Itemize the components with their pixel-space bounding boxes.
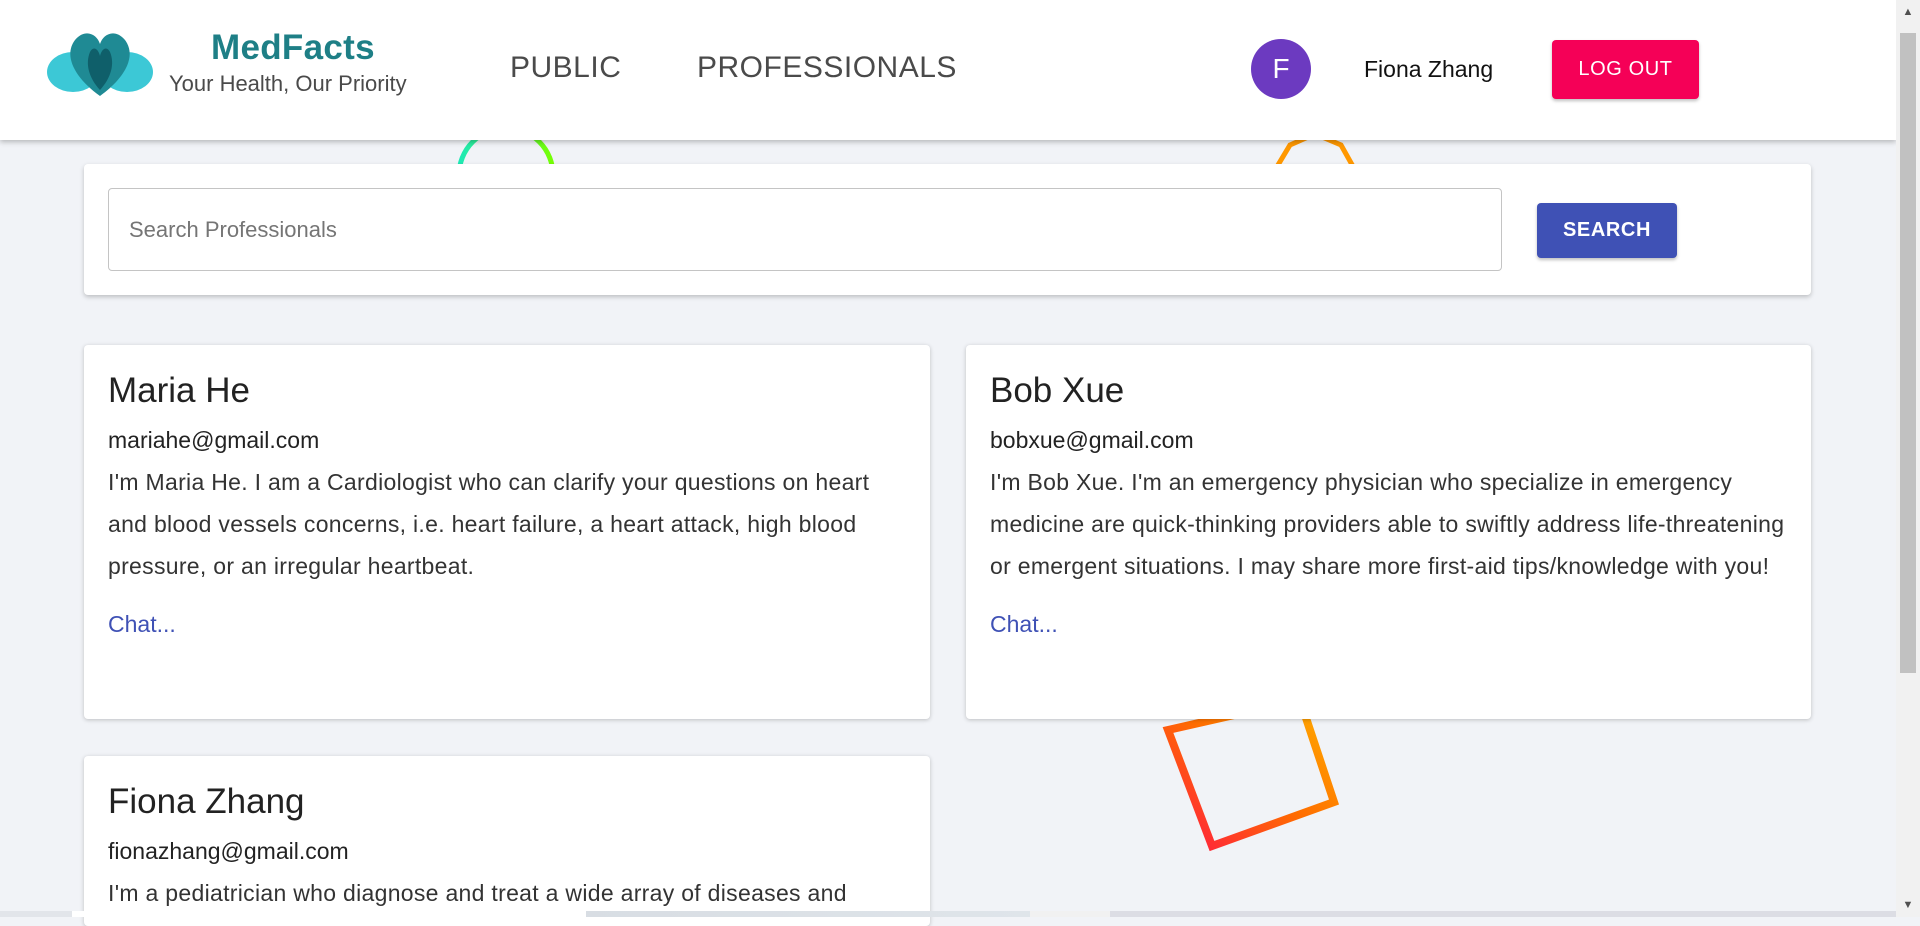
brand-tagline: Your Health, Our Priority xyxy=(169,71,407,96)
nav-link-public[interactable]: PUBLIC xyxy=(510,51,621,85)
scrollbar-thumb[interactable] xyxy=(1900,33,1916,673)
search-professionals-input[interactable] xyxy=(108,188,1502,271)
professional-bio: I'm Bob Xue. I'm an emergency physician … xyxy=(990,469,1785,579)
scroll-down-arrow-icon[interactable]: ▼ xyxy=(1896,893,1920,917)
professional-email: fionazhang@gmail.com xyxy=(108,838,349,864)
professional-card: Maria He mariahe@gmail.com I'm Maria He.… xyxy=(84,345,930,719)
professional-card: Bob Xue bobxue@gmail.com I'm Bob Xue. I'… xyxy=(966,345,1811,719)
scroll-up-arrow-icon[interactable]: ▲ xyxy=(1896,0,1920,24)
page-scrollbar[interactable]: ▲ ▼ xyxy=(1896,0,1920,917)
professional-name: Maria He xyxy=(108,371,250,410)
professional-name: Bob Xue xyxy=(990,371,1125,410)
nav-link-professionals[interactable]: PROFESSIONALS xyxy=(697,51,957,85)
professional-bio: I'm a pediatrician who diagnose and trea… xyxy=(108,880,847,906)
search-card: SEARCH xyxy=(84,164,1811,295)
app-header: MedFacts Your Health, Our Priority PUBLI… xyxy=(0,0,1896,140)
chat-link[interactable]: Chat... xyxy=(108,611,176,638)
search-button[interactable]: SEARCH xyxy=(1537,203,1677,258)
professional-name: Fiona Zhang xyxy=(108,782,305,821)
professional-email: bobxue@gmail.com xyxy=(990,427,1194,453)
medfacts-logo-icon xyxy=(47,33,153,96)
professional-card: Fiona Zhang fionazhang@gmail.com I'm a p… xyxy=(84,756,930,926)
professional-email: mariahe@gmail.com xyxy=(108,427,320,453)
user-avatar[interactable]: F xyxy=(1251,39,1311,99)
user-name: Fiona Zhang xyxy=(1364,56,1494,82)
brand-name: MedFacts xyxy=(211,28,375,67)
logout-button[interactable]: LOG OUT xyxy=(1552,40,1699,99)
bottom-edge-strip xyxy=(0,911,1896,917)
decorative-square-shape xyxy=(1162,700,1340,852)
professional-bio: I'm Maria He. I am a Cardiologist who ca… xyxy=(108,469,870,579)
chat-link[interactable]: Chat... xyxy=(990,611,1058,638)
